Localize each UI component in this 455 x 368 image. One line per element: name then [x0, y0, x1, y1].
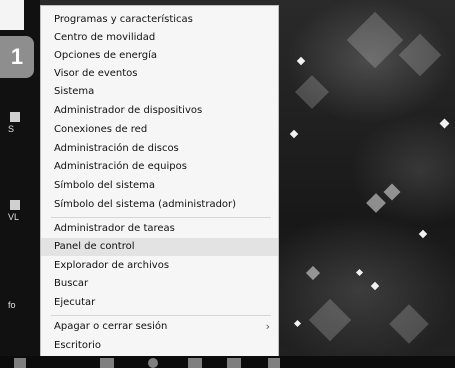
shortcut-icon — [10, 112, 20, 122]
taskbar-app-icon[interactable] — [148, 358, 158, 368]
menu-item-administrador-tareas[interactable]: Administrador de tareas — [41, 220, 278, 238]
shortcut-label: VL — [8, 212, 20, 222]
menu-item-visor-eventos[interactable]: Visor de eventos — [41, 65, 278, 83]
desktop-shortcut[interactable]: S — [8, 112, 30, 134]
taskbar-app-icon[interactable] — [100, 358, 114, 368]
menu-item-ejecutar[interactable]: Ejecutar — [41, 294, 278, 312]
menu-item-sistema[interactable]: Sistema — [41, 83, 278, 101]
shortcut-label: fo — [8, 300, 16, 310]
menu-item-movilidad[interactable]: Centro de movilidad — [41, 29, 278, 47]
menu-item-discos[interactable]: Administración de discos — [41, 140, 278, 158]
power-user-menu: Programas y características Centro de mo… — [40, 5, 279, 357]
menu-item-programas[interactable]: Programas y características — [41, 11, 278, 29]
taskbar-app-icon[interactable] — [227, 358, 241, 368]
step-badge: 1 — [0, 36, 34, 78]
menu-item-escritorio[interactable]: Escritorio — [41, 337, 278, 355]
shortcut-icon — [10, 200, 20, 210]
menu-item-equipos[interactable]: Administración de equipos — [41, 158, 278, 176]
menu-item-panel-control[interactable]: Panel de control — [41, 238, 278, 256]
desktop-shortcut[interactable]: VL — [8, 200, 30, 222]
menu-separator — [51, 315, 271, 316]
menu-item-buscar[interactable]: Buscar — [41, 275, 278, 293]
menu-item-explorador-archivos[interactable]: Explorador de archivos — [41, 257, 278, 275]
desktop-shortcut[interactable]: fo — [8, 300, 30, 318]
shortcut-label: S — [8, 124, 15, 134]
menu-item-conexiones-red[interactable]: Conexiones de red — [41, 121, 278, 139]
desktop-corner — [0, 0, 24, 30]
chevron-right-icon: › — [265, 320, 270, 333]
menu-item-dispositivos[interactable]: Administrador de dispositivos — [41, 102, 278, 120]
start-icon[interactable] — [14, 358, 26, 368]
menu-item-apagar[interactable]: Apagar o cerrar sesión › — [41, 318, 278, 336]
menu-item-simbolo-sistema-admin[interactable]: Símbolo del sistema (administrador) — [41, 196, 278, 214]
taskbar-app-icon[interactable] — [188, 358, 202, 368]
menu-item-energia[interactable]: Opciones de energía — [41, 47, 278, 65]
menu-separator — [51, 217, 271, 218]
taskbar-app-icon[interactable] — [268, 358, 280, 368]
menu-item-apagar-label: Apagar o cerrar sesión — [54, 321, 168, 332]
menu-item-simbolo-sistema[interactable]: Símbolo del sistema — [41, 177, 278, 195]
